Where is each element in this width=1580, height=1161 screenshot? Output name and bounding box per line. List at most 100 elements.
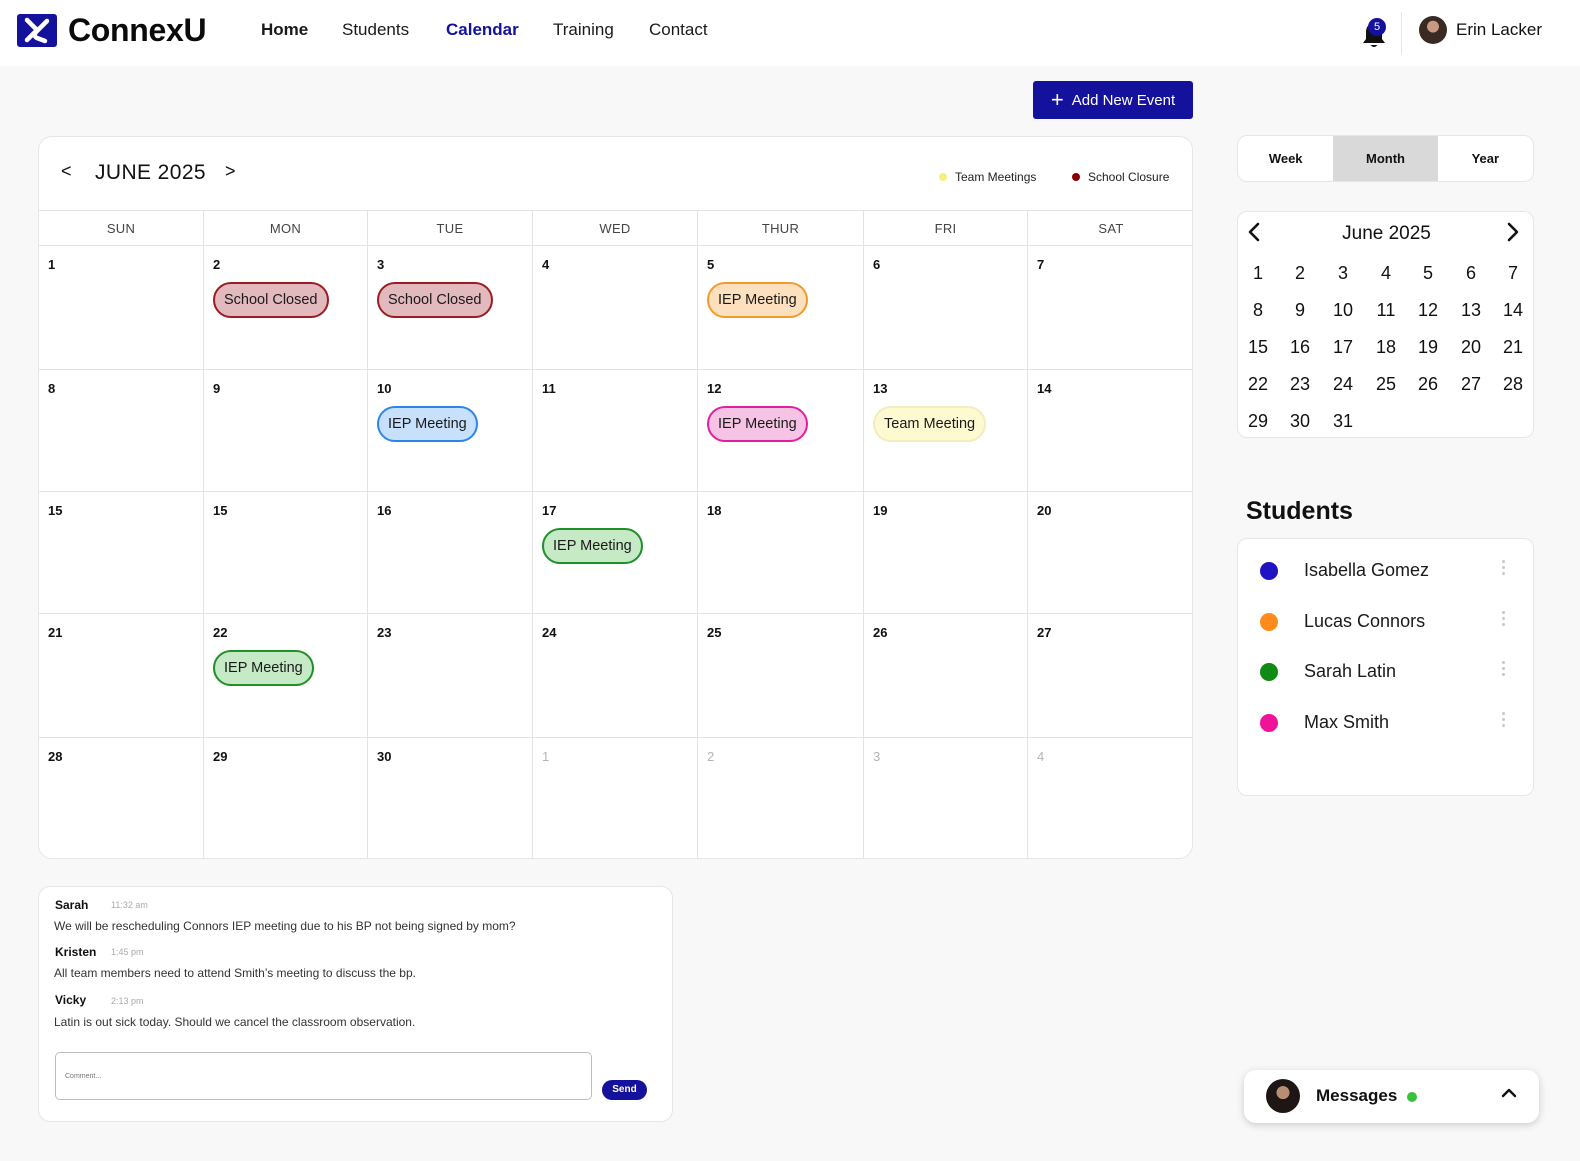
event-pill[interactable]: IEP Meeting: [707, 282, 808, 318]
calendar-day-cell[interactable]: 15: [39, 492, 203, 614]
calendar-day-cell[interactable]: 3: [863, 738, 1027, 858]
mini-calendar-day[interactable]: 4: [1368, 263, 1404, 284]
more-options-icon[interactable]: [1500, 661, 1506, 681]
calendar-day-cell[interactable]: 13 Team Meeting: [863, 370, 1027, 492]
calendar-day-cell[interactable]: 8: [39, 370, 203, 492]
chevron-right-icon[interactable]: [1506, 222, 1520, 242]
send-button[interactable]: Send: [602, 1080, 647, 1100]
mini-calendar-day[interactable]: 21: [1495, 337, 1531, 358]
event-pill[interactable]: School Closed: [213, 282, 329, 318]
mini-calendar-day[interactable]: 28: [1495, 374, 1531, 395]
mini-calendar-day[interactable]: 30: [1282, 411, 1318, 432]
mini-calendar-day[interactable]: 19: [1410, 337, 1446, 358]
connexu-logo-icon[interactable]: [17, 14, 57, 47]
mini-calendar-day[interactable]: 15: [1240, 337, 1276, 358]
nav-calendar[interactable]: Calendar: [446, 20, 519, 40]
user-avatar[interactable]: [1419, 16, 1447, 44]
mini-calendar-day[interactable]: 14: [1495, 300, 1531, 321]
mini-calendar-day[interactable]: 17: [1325, 337, 1361, 358]
calendar-day-cell[interactable]: 22 IEP Meeting: [203, 614, 367, 738]
calendar-day-cell[interactable]: 14: [1027, 370, 1192, 492]
calendar-day-cell[interactable]: 4: [532, 246, 697, 370]
calendar-day-cell[interactable]: 3 School Closed: [367, 246, 532, 370]
mini-calendar-day[interactable]: 12: [1410, 300, 1446, 321]
calendar-day-cell[interactable]: 11: [532, 370, 697, 492]
calendar-day-cell[interactable]: 29: [203, 738, 367, 858]
calendar-day-cell[interactable]: 2 School Closed: [203, 246, 367, 370]
event-pill[interactable]: IEP Meeting: [707, 406, 808, 442]
view-week-button[interactable]: Week: [1238, 136, 1333, 181]
mini-calendar-day[interactable]: 13: [1453, 300, 1489, 321]
mini-calendar-day[interactable]: 11: [1368, 300, 1404, 321]
calendar-day-cell[interactable]: 5 IEP Meeting: [697, 246, 863, 370]
comment-input[interactable]: [55, 1052, 592, 1100]
student-item[interactable]: Isabella Gomez: [1238, 556, 1535, 586]
messages-bar[interactable]: Messages: [1244, 1070, 1539, 1123]
mini-calendar-day[interactable]: 31: [1325, 411, 1361, 432]
mini-calendar-day[interactable]: 5: [1410, 263, 1446, 284]
chevron-up-icon[interactable]: [1501, 1085, 1517, 1101]
calendar-day-cell[interactable]: 15: [203, 492, 367, 614]
nav-training[interactable]: Training: [553, 20, 614, 40]
mini-calendar-day[interactable]: 26: [1410, 374, 1446, 395]
calendar-day-cell[interactable]: 23: [367, 614, 532, 738]
event-pill[interactable]: IEP Meeting: [542, 528, 643, 564]
nav-home[interactable]: Home: [261, 20, 308, 40]
mini-calendar-day[interactable]: 23: [1282, 374, 1318, 395]
mini-calendar-day[interactable]: 2: [1282, 263, 1318, 284]
more-options-icon[interactable]: [1500, 610, 1506, 631]
mini-calendar-day[interactable]: 25: [1368, 374, 1404, 395]
brand-name[interactable]: ConnexU: [68, 12, 207, 49]
calendar-day-cell[interactable]: 24: [532, 614, 697, 738]
calendar-day-cell[interactable]: 10 IEP Meeting: [367, 370, 532, 492]
calendar-day-cell[interactable]: 19: [863, 492, 1027, 614]
calendar-day-cell[interactable]: 1: [532, 738, 697, 858]
mini-calendar-day[interactable]: 9: [1282, 300, 1318, 321]
event-pill[interactable]: IEP Meeting: [213, 650, 314, 686]
more-options-icon[interactable]: [1500, 712, 1506, 732]
calendar-day-cell[interactable]: 4: [1027, 738, 1192, 858]
event-pill[interactable]: School Closed: [377, 282, 493, 318]
view-year-button[interactable]: Year: [1438, 136, 1533, 181]
student-item[interactable]: Lucas Connors: [1238, 607, 1535, 637]
mini-calendar-day[interactable]: 7: [1495, 263, 1531, 284]
next-month-button[interactable]: >: [225, 161, 236, 182]
calendar-day-cell[interactable]: 12 IEP Meeting: [697, 370, 863, 492]
student-item[interactable]: Max Smith: [1238, 708, 1535, 738]
mini-calendar-day[interactable]: 1: [1240, 263, 1276, 284]
mini-calendar-day[interactable]: 22: [1240, 374, 1276, 395]
calendar-day-cell[interactable]: 25: [697, 614, 863, 738]
calendar-day-cell[interactable]: 6: [863, 246, 1027, 370]
calendar-day-cell[interactable]: 2: [697, 738, 863, 858]
mini-calendar-day[interactable]: 8: [1240, 300, 1276, 321]
calendar-day-cell[interactable]: 20: [1027, 492, 1192, 614]
calendar-day-cell[interactable]: 28: [39, 738, 203, 858]
calendar-day-cell[interactable]: 9: [203, 370, 367, 492]
user-name[interactable]: Erin Lacker: [1456, 20, 1542, 40]
view-month-button[interactable]: Month: [1333, 136, 1438, 181]
mini-calendar-day[interactable]: 27: [1453, 374, 1489, 395]
calendar-day-cell[interactable]: 1: [39, 246, 203, 370]
mini-calendar-day[interactable]: 24: [1325, 374, 1361, 395]
calendar-day-cell[interactable]: 7: [1027, 246, 1192, 370]
calendar-day-cell[interactable]: 18: [697, 492, 863, 614]
add-new-event-button[interactable]: + Add New Event: [1033, 81, 1193, 119]
calendar-day-cell[interactable]: 17 IEP Meeting: [532, 492, 697, 614]
more-options-icon[interactable]: [1500, 560, 1506, 580]
mini-calendar-day[interactable]: 3: [1325, 263, 1361, 284]
event-pill[interactable]: IEP Meeting: [377, 406, 478, 442]
calendar-day-cell[interactable]: 21: [39, 614, 203, 738]
previous-month-button[interactable]: <: [61, 161, 72, 182]
calendar-day-cell[interactable]: 30: [367, 738, 532, 858]
student-item[interactable]: Sarah Latin: [1238, 657, 1535, 687]
event-pill[interactable]: Team Meeting: [873, 406, 987, 442]
calendar-day-cell[interactable]: 16: [367, 492, 532, 614]
mini-calendar-day[interactable]: 18: [1368, 337, 1404, 358]
nav-students[interactable]: Students: [342, 20, 409, 40]
mini-calendar-day[interactable]: 16: [1282, 337, 1318, 358]
nav-contact[interactable]: Contact: [649, 20, 708, 40]
mini-calendar-day[interactable]: 20: [1453, 337, 1489, 358]
mini-calendar-day[interactable]: 10: [1325, 300, 1361, 321]
mini-calendar-day[interactable]: 29: [1240, 411, 1276, 432]
calendar-day-cell[interactable]: 26: [863, 614, 1027, 738]
